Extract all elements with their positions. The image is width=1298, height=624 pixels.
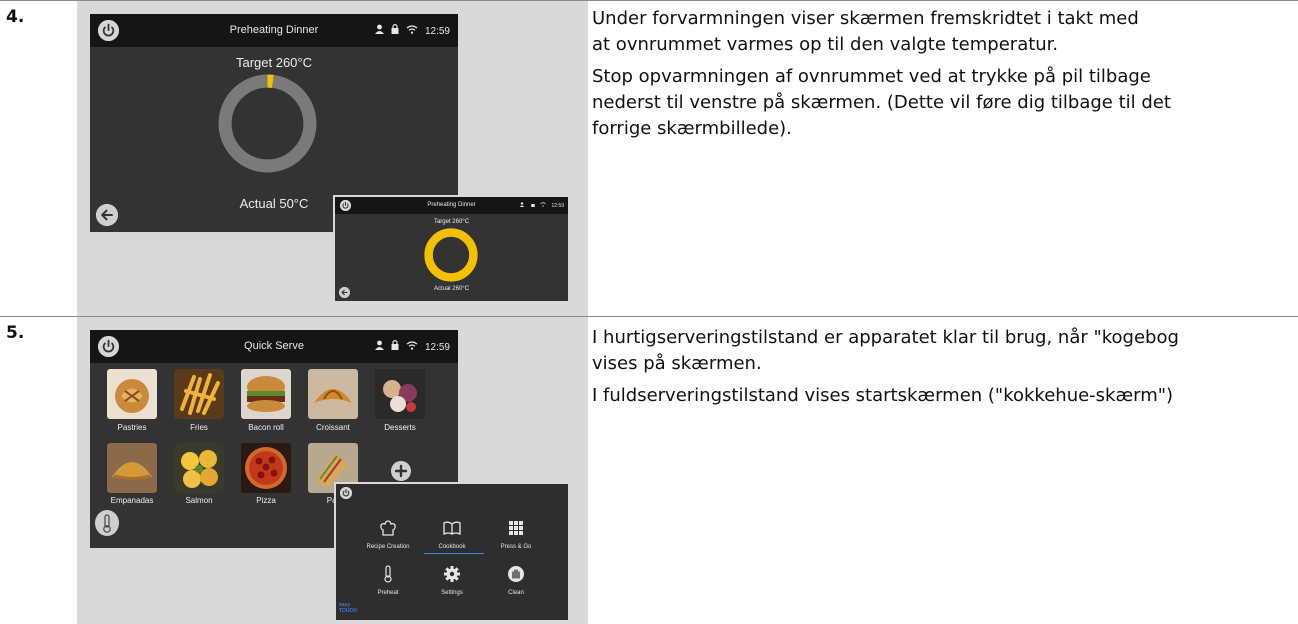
actual-temperature-label: Actual 260°C (433, 286, 470, 292)
recipe-tile-desserts[interactable] (375, 369, 425, 419)
recipe-tile-pastries[interactable] (107, 369, 157, 419)
target-temperature-label: Target 260°C (235, 55, 313, 70)
menu-item-label: Clean (508, 590, 524, 596)
thermometer-icon (103, 514, 111, 533)
user-icon (374, 340, 385, 353)
step-number-4: 4. (6, 7, 25, 27)
wifi-icon (540, 202, 546, 209)
recipe-label: Pizza (256, 496, 276, 505)
recipe-label: Croissant (316, 423, 350, 432)
recipe-label: Bacon roll (248, 423, 284, 432)
menu-item-label: Cookbook (438, 544, 466, 550)
recipe-tile-fries[interactable] (174, 369, 224, 419)
paragraph-line: vises på skærmen. (592, 353, 762, 374)
recipe-label: Pastries (117, 423, 147, 432)
clean-hand-icon (508, 566, 524, 582)
menu-item-label: Preheat (377, 590, 399, 596)
target-temperature-label: Target 260°C (433, 219, 470, 225)
menu-item-cookbook[interactable]: Cookbook (422, 518, 482, 550)
clock-time: 12:59 (424, 342, 450, 353)
back-arrow-icon[interactable] (96, 204, 118, 226)
paragraph-line: nederst til venstre på skærmen. (Dette v… (592, 92, 1171, 113)
easytouch-logo: easy TOUCH (339, 602, 357, 614)
recipe-label: Fries (190, 423, 208, 432)
menu-item-recipe-creation[interactable]: Recipe Creation (358, 518, 418, 550)
paragraph-line: I fuldserveringstilstand vises startskær… (592, 385, 1174, 406)
paragraph-line: at ovnrummet varmes op til den valgte te… (592, 34, 1059, 55)
menu-item-label: Recipe Creation (366, 544, 410, 550)
top-bar: Quick Serve 12:59 (90, 330, 458, 363)
top-bar: Preheating Dinner 12:59 (90, 14, 458, 47)
preheat-screen-complete: Preheating Dinner 12:59 Target 260°C Act… (335, 197, 568, 301)
logo-text-bottom: TOUCH (339, 608, 357, 614)
menu-item-label: Press & Go (500, 544, 532, 550)
recipe-tile-empanadas[interactable] (107, 443, 157, 493)
plus-icon (394, 464, 408, 478)
step4-description: Under forvarmningen viser skærmen fremsk… (592, 6, 1298, 148)
clock-time: 12:59 (424, 26, 450, 37)
grid-icon (509, 521, 523, 535)
status-icons: 12:59 (370, 340, 450, 353)
paragraph-line: Stop opvarmningen af ovnrummet ved at tr… (592, 66, 1151, 87)
user-icon (519, 202, 525, 209)
preheat-shortcut-button[interactable] (95, 510, 119, 536)
menu-item-settings[interactable]: Settings (422, 564, 482, 596)
recipe-label: Salmon (185, 496, 213, 505)
chef-hat-icon (380, 520, 396, 536)
status-icons: 12:59 (515, 202, 564, 209)
lock-icon (391, 24, 402, 37)
book-icon (443, 521, 461, 536)
user-icon (374, 24, 388, 37)
thermometer-icon (384, 565, 392, 583)
recipe-label: Desserts (384, 423, 416, 432)
power-icon[interactable] (340, 487, 352, 499)
paragraph-line: I hurtigserveringstilstand er apparatet … (592, 327, 1179, 348)
back-arrow-icon[interactable] (339, 287, 350, 298)
menu-item-clean[interactable]: Clean (486, 564, 546, 596)
progress-ring-fill (424, 228, 478, 282)
progress-ring (424, 228, 478, 282)
progress-ring-track (218, 74, 317, 173)
recipe-label: Empanadas (110, 496, 154, 505)
clock-time: 12:59 (551, 203, 564, 209)
menu-item-press-go[interactable]: Press & Go (486, 518, 546, 550)
add-recipe-button[interactable] (391, 461, 411, 481)
menu-item-label: Settings (441, 590, 463, 596)
lock-icon (530, 203, 535, 209)
selection-indicator (424, 553, 484, 554)
recipe-tile-bacon-roll[interactable] (241, 369, 291, 419)
main-menu-screen: Recipe Creation Cookbook Press & Go Preh… (336, 484, 568, 620)
top-bar: Preheating Dinner 12:59 (335, 197, 568, 214)
lock-icon (391, 340, 399, 353)
paragraph-line: Under forvarmningen viser skærmen fremsk… (592, 8, 1139, 29)
status-icons: 12:59 (370, 24, 450, 37)
paragraph-line: forrige skærmbillede). (592, 118, 792, 139)
step-number-5: 5. (6, 323, 25, 343)
progress-ring (218, 74, 317, 173)
recipe-tile-croissant[interactable] (308, 369, 358, 419)
wifi-icon (406, 341, 418, 353)
step5-description: I hurtigserveringstilstand er apparatet … (592, 325, 1298, 415)
wifi-icon (406, 25, 421, 37)
menu-item-preheat[interactable]: Preheat (358, 564, 418, 596)
gear-icon (444, 566, 460, 582)
recipe-tile-salmon[interactable] (174, 443, 224, 493)
recipe-tile-pizza[interactable] (241, 443, 291, 493)
